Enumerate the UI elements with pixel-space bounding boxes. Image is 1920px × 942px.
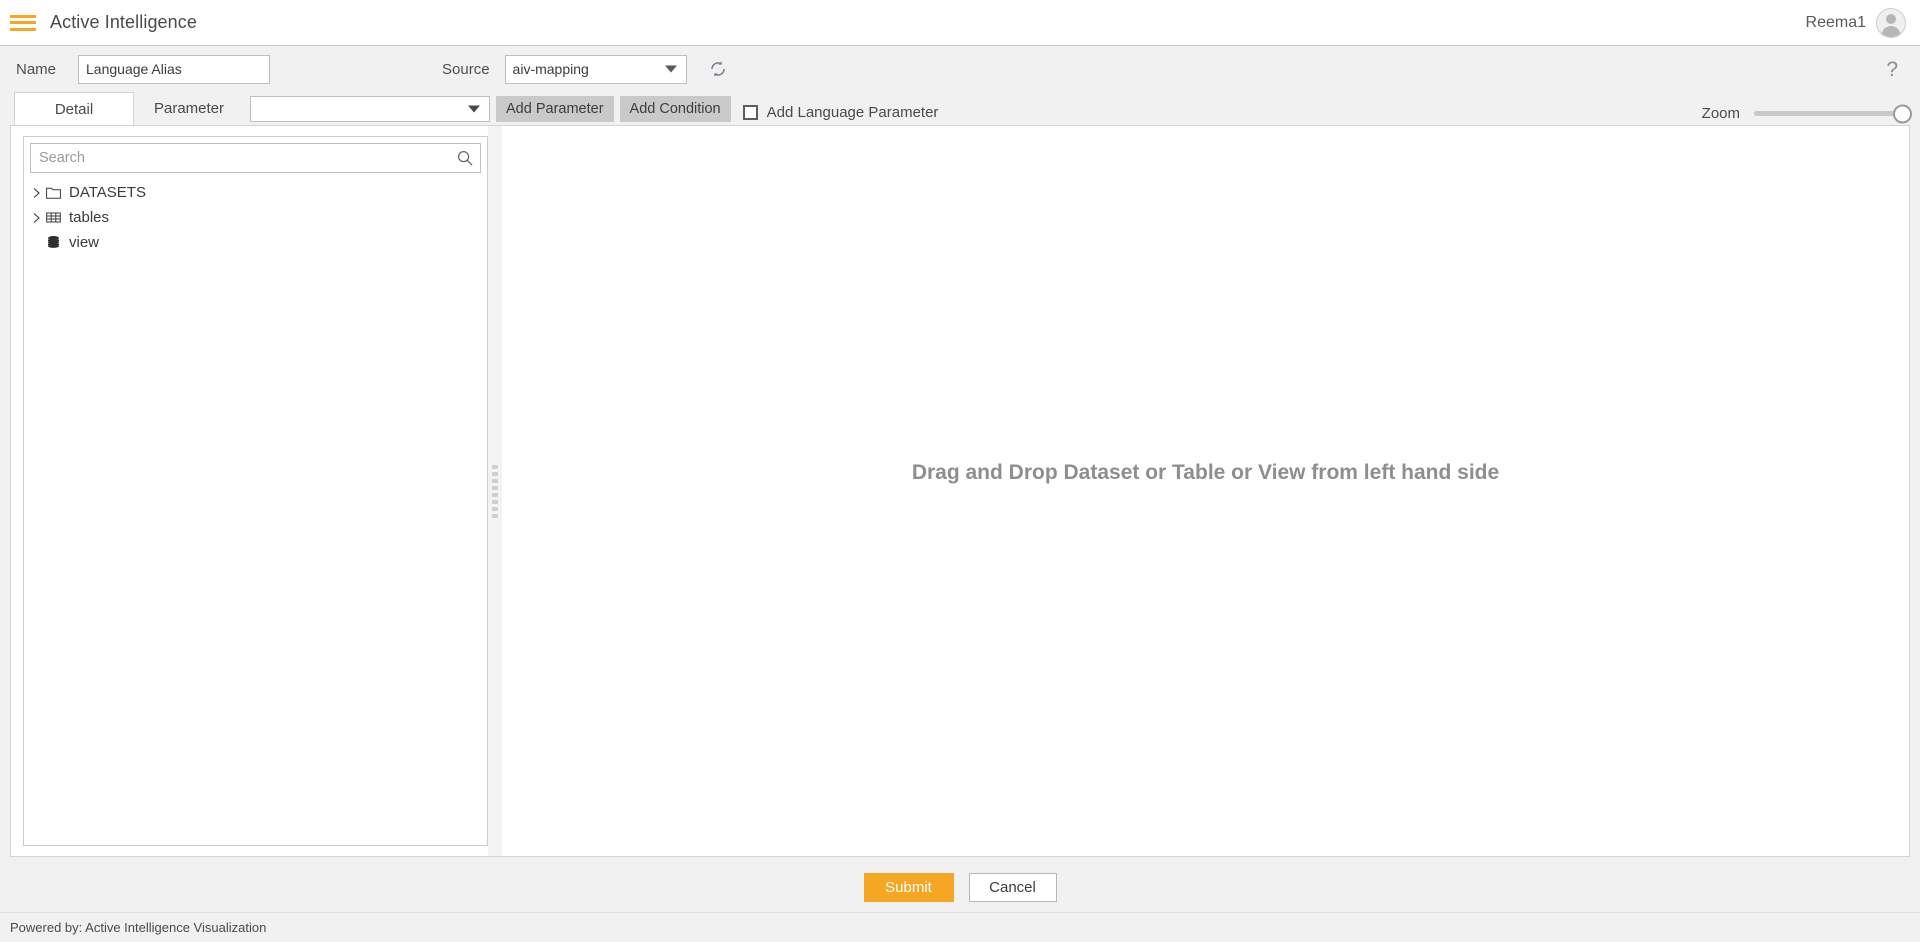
- tree-box: DATASETS: [23, 136, 488, 846]
- header-user-area: Reema1: [1805, 7, 1906, 38]
- tree-node-label: tables: [69, 209, 110, 226]
- tree-node-label: DATASETS: [69, 184, 146, 201]
- submit-button[interactable]: Submit: [863, 872, 954, 902]
- zoom-slider[interactable]: [1754, 104, 1912, 123]
- tree-node-datasets[interactable]: DATASETS: [30, 180, 481, 205]
- app-title: Active Intelligence: [50, 12, 197, 32]
- design-canvas[interactable]: Drag and Drop Dataset or Table or View f…: [502, 126, 1909, 856]
- hamburger-menu-icon[interactable]: [10, 13, 36, 33]
- app-header: Active Intelligence Reema1: [0, 0, 1920, 46]
- table-grid-icon: [46, 211, 63, 224]
- canvas-empty-message: Drag and Drop Dataset or Table or View f…: [911, 461, 1500, 484]
- page-footer: Powered by: Active Intelligence Visualiz…: [0, 912, 1920, 942]
- zoom-label: Zoom: [1701, 105, 1740, 122]
- tree-node-view[interactable]: view: [30, 230, 481, 255]
- chevron-down-icon: [664, 65, 677, 73]
- user-avatar-icon[interactable]: [1876, 7, 1906, 38]
- add-condition-button[interactable]: Add Condition: [619, 96, 731, 122]
- footer-text: Powered by: Active Intelligence Visualiz…: [10, 920, 267, 935]
- chevron-down-icon: [468, 105, 480, 113]
- user-name: Reema1: [1805, 13, 1866, 31]
- panel-splitter[interactable]: [488, 126, 502, 856]
- add-language-parameter-checkbox-wrap[interactable]: Add Language Parameter: [742, 104, 939, 121]
- add-language-parameter-checkbox[interactable]: [742, 105, 758, 120]
- tab-toolbar-row: Detail Parameter Add Parameter Add Condi…: [0, 92, 1920, 125]
- meta-bar: Name Source aiv-mapping ?: [0, 46, 1920, 92]
- search-row: [30, 143, 481, 173]
- name-input[interactable]: [78, 54, 271, 84]
- database-stack-icon: [46, 235, 63, 250]
- refresh-icon[interactable]: [707, 58, 729, 80]
- name-label: Name: [16, 60, 57, 78]
- help-question-icon[interactable]: ?: [1886, 59, 1898, 80]
- add-language-parameter-label: Add Language Parameter: [766, 104, 939, 121]
- splitter-grip-icon: [492, 464, 498, 518]
- add-parameter-button[interactable]: Add Parameter: [496, 96, 614, 122]
- source-select[interactable]: aiv-mapping: [504, 54, 687, 84]
- zoom-slider-thumb[interactable]: [1893, 104, 1912, 123]
- chevron-right-icon[interactable]: [30, 212, 43, 224]
- left-tree-panel: DATASETS: [11, 126, 488, 856]
- tab-detail[interactable]: Detail: [14, 92, 134, 125]
- tab-parameter[interactable]: Parameter: [134, 92, 244, 125]
- workspace-inner: DATASETS: [10, 125, 1910, 857]
- cancel-button[interactable]: Cancel: [968, 872, 1057, 902]
- source-label: Source: [442, 60, 490, 78]
- search-input[interactable]: [30, 143, 481, 173]
- tree-node-label: view: [69, 234, 100, 251]
- action-bar: Submit Cancel: [0, 862, 1920, 912]
- source-select-value: aiv-mapping: [512, 61, 589, 77]
- tree-node-tables[interactable]: tables: [30, 205, 481, 230]
- chevron-right-icon[interactable]: [30, 187, 43, 199]
- zoom-control: Zoom: [1701, 104, 1912, 123]
- workspace: DATASETS: [0, 125, 1920, 862]
- parameter-select[interactable]: [250, 96, 490, 122]
- folder-icon: [46, 186, 63, 199]
